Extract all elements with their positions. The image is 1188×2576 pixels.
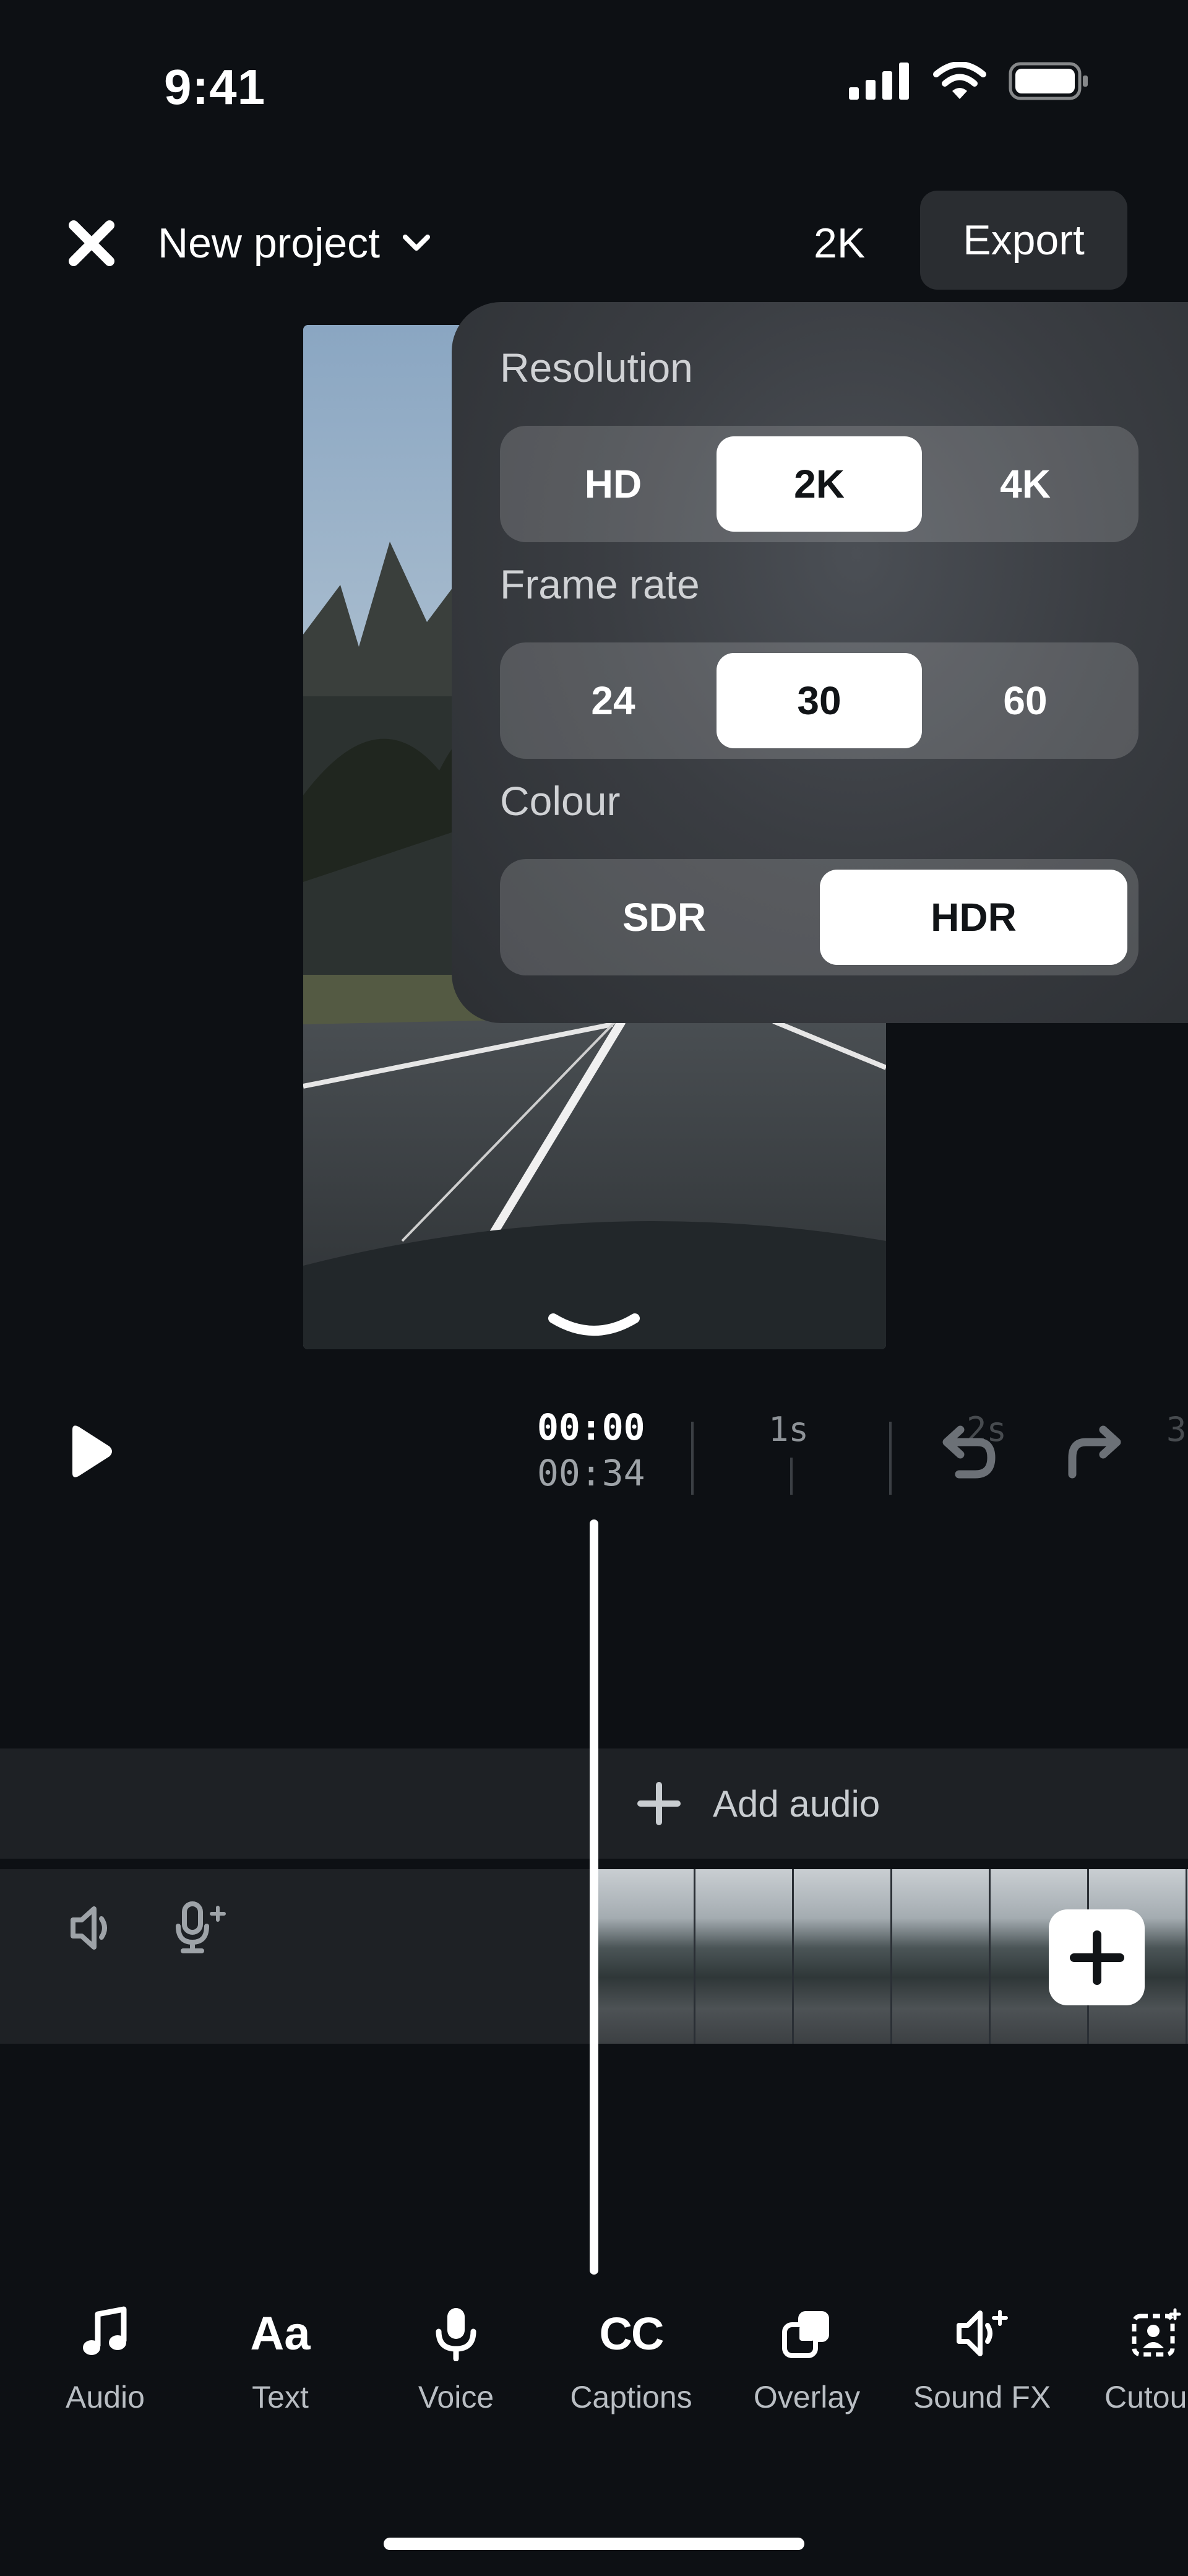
- music-note-icon: [83, 2306, 127, 2355]
- status-time: 9:41: [164, 59, 266, 115]
- toolbar-overlay-label: Overlay: [753, 2380, 861, 2414]
- chevron-down-icon: [403, 234, 431, 251]
- ruler-tick: [889, 1422, 892, 1495]
- export-settings-popover: Resolution HD 2K 4K Frame rate 24 30 60 …: [452, 302, 1188, 1023]
- frame-rate-option-24[interactable]: 24: [510, 653, 716, 748]
- colour-option-hdr[interactable]: HDR: [820, 870, 1127, 965]
- track-controls: [0, 1869, 591, 2044]
- colour-label: Colour: [500, 778, 621, 824]
- battery-icon: [1009, 62, 1088, 100]
- clip-frame: [597, 1869, 695, 2044]
- resolution-option-4k[interactable]: 4K: [923, 436, 1128, 532]
- resolution-label: Resolution: [500, 345, 693, 391]
- toolbar-text-label: Text: [252, 2380, 309, 2414]
- home-indicator[interactable]: [384, 2538, 804, 2550]
- voice-enhance-icon[interactable]: [173, 1899, 229, 1955]
- ruler-label-3s: 3: [1166, 1410, 1187, 1449]
- export-button[interactable]: Export: [920, 191, 1127, 290]
- toolbar-overlay[interactable]: Overlay: [736, 2302, 878, 2415]
- project-title: New project: [158, 219, 381, 267]
- play-button[interactable]: [65, 1424, 114, 1479]
- sound-fx-icon: [957, 2310, 1008, 2356]
- ruler-tick: [790, 1458, 793, 1495]
- colour-option-sdr[interactable]: SDR: [510, 870, 818, 965]
- redo-button[interactable]: [1067, 1424, 1129, 1479]
- plus-icon: [1069, 1930, 1124, 1985]
- toolbar-voice-label: Voice: [418, 2380, 494, 2414]
- speaker-volume-icon[interactable]: [67, 1900, 116, 1956]
- ruler-tick: [691, 1422, 694, 1495]
- close-icon: [68, 220, 114, 266]
- toolbar-text[interactable]: Aa Text: [209, 2302, 351, 2415]
- total-duration: 00:34: [537, 1452, 645, 1494]
- toolbar-cutout-label: Cutou: [1104, 2380, 1187, 2414]
- microphone-icon: [436, 2308, 476, 2361]
- text-aa-icon: Aa: [250, 2307, 311, 2360]
- project-title-dropdown[interactable]: New project: [158, 214, 431, 272]
- frame-rate-label: Frame rate: [500, 561, 700, 607]
- toolbar-cutout[interactable]: Cutou: [1086, 2302, 1188, 2415]
- undo-button[interactable]: [934, 1424, 996, 1479]
- toolbar-audio[interactable]: Audio: [34, 2302, 176, 2415]
- overlay-icon: [782, 2311, 829, 2358]
- add-audio-label: Add audio: [713, 1783, 880, 1825]
- plus-icon: [637, 1782, 681, 1825]
- frame-rate-segmented-control: 24 30 60: [500, 642, 1138, 759]
- toolbar-captions-label: Captions: [570, 2380, 692, 2414]
- current-time: 00:00: [537, 1406, 645, 1448]
- playhead[interactable]: [590, 1519, 598, 2275]
- ruler-label-1s: 1s: [768, 1410, 809, 1449]
- cutout-icon: [1132, 2308, 1181, 2357]
- clip-frame: [892, 1869, 991, 2044]
- cellular-signal-icon: [849, 63, 909, 100]
- clip-frame: [695, 1869, 794, 2044]
- colour-segmented-control: SDR HDR: [500, 859, 1138, 975]
- toolbar-captions[interactable]: CC Captions: [560, 2302, 702, 2415]
- resolution-option-hd[interactable]: HD: [510, 436, 716, 532]
- toolbar-voice[interactable]: Voice: [385, 2302, 527, 2415]
- quality-button[interactable]: 2K: [814, 214, 865, 272]
- collapse-chevron-icon[interactable]: [544, 1306, 644, 1349]
- add-clip-button[interactable]: [1049, 1909, 1145, 2005]
- frame-rate-option-60[interactable]: 60: [923, 653, 1128, 748]
- close-button[interactable]: [62, 214, 121, 272]
- toolbar-sound-fx-label: Sound FX: [913, 2380, 1051, 2414]
- clip-frame: [794, 1869, 892, 2044]
- wifi-icon: [933, 62, 986, 99]
- add-audio-button[interactable]: Add audio: [637, 1748, 880, 1859]
- resolution-option-2k[interactable]: 2K: [717, 436, 922, 532]
- status-icons: [849, 62, 1089, 100]
- resolution-segmented-control: HD 2K 4K: [500, 426, 1138, 542]
- captions-cc-icon: CC: [599, 2307, 665, 2359]
- frame-rate-option-30[interactable]: 30: [717, 653, 922, 748]
- toolbar-audio-label: Audio: [66, 2380, 145, 2414]
- toolbar-sound-fx[interactable]: Sound FX: [911, 2302, 1053, 2415]
